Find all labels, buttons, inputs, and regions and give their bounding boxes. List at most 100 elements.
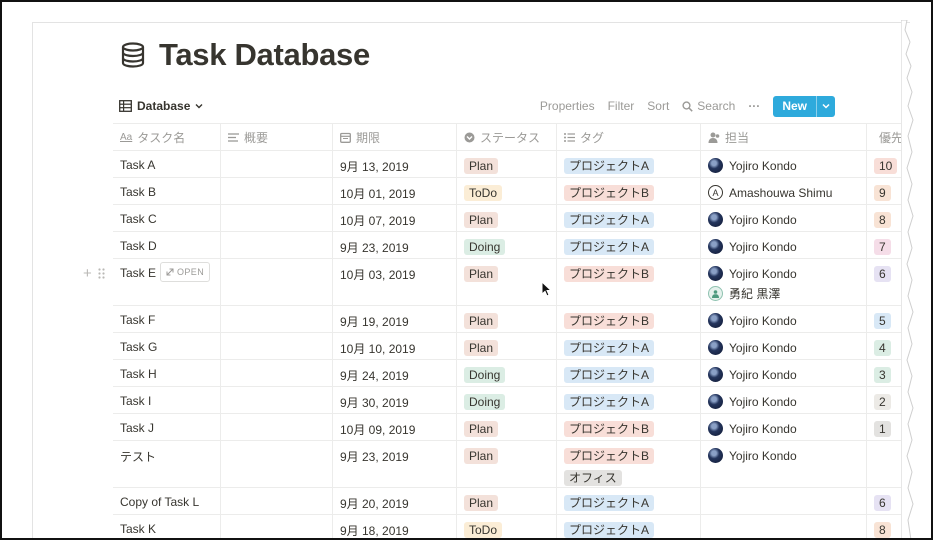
name-cell[interactable]: テスト — [113, 441, 221, 487]
column-header-assignee[interactable]: 担当 — [701, 124, 867, 150]
task-name[interactable]: Task J — [120, 421, 154, 435]
name-cell[interactable]: Task G — [113, 333, 221, 359]
assignee-cell[interactable]: Yojiro Kondo — [701, 205, 867, 231]
summary-cell[interactable] — [221, 488, 333, 514]
status-cell[interactable]: Doing — [457, 387, 557, 413]
task-name[interactable]: Task D — [120, 239, 157, 253]
status-cell[interactable]: ToDo — [457, 515, 557, 538]
due-date-cell[interactable]: 9月 13, 2019 — [333, 151, 457, 177]
assignee-cell[interactable]: Yojiro Kondo — [701, 151, 867, 177]
name-cell[interactable]: Task K — [113, 515, 221, 538]
summary-cell[interactable] — [221, 515, 333, 538]
status-cell[interactable]: Plan — [457, 441, 557, 487]
status-cell[interactable]: Plan — [457, 205, 557, 231]
sort-button[interactable]: Sort — [647, 99, 669, 113]
name-cell[interactable]: Task C — [113, 205, 221, 231]
table-row[interactable]: Task H 9月 24, 2019 Doing プロジェクトA Yojiro Kond… — [113, 360, 907, 387]
table-row[interactable]: Task K 9月 18, 2019 ToDo プロジェクトA 8 — [113, 515, 907, 538]
table-row[interactable]: Task D 9月 23, 2019 Doing プロジェクトA Yojiro Kond… — [113, 232, 907, 259]
table-row[interactable]: Task I 9月 30, 2019 Doing プロジェクトA Yojiro Kond… — [113, 387, 907, 414]
summary-cell[interactable] — [221, 414, 333, 440]
column-header-name[interactable]: Aa タスク名 — [113, 124, 221, 150]
assignee-cell[interactable]: Yojiro Kondo 勇紀 黒澤 — [701, 259, 867, 305]
due-date-cell[interactable]: 9月 18, 2019 — [333, 515, 457, 538]
new-dropdown-button[interactable] — [816, 95, 835, 117]
view-selector[interactable]: Database — [119, 99, 203, 113]
task-name[interactable]: Task A — [120, 158, 155, 172]
column-header-tags[interactable]: タグ — [557, 124, 701, 150]
table-row[interactable]: テスト 9月 23, 2019 Plan プロジェクトB オフィス Yojiro Kond… — [113, 441, 907, 488]
due-date-cell[interactable]: 10月 03, 2019 — [333, 259, 457, 305]
due-date-cell[interactable]: 10月 10, 2019 — [333, 333, 457, 359]
due-date-cell[interactable]: 9月 24, 2019 — [333, 360, 457, 386]
more-options-button[interactable]: ··· — [748, 99, 760, 113]
due-date-cell[interactable]: 9月 19, 2019 — [333, 306, 457, 332]
task-name[interactable]: テスト — [120, 450, 156, 464]
assignee-cell[interactable] — [701, 488, 867, 514]
name-cell[interactable]: Task B — [113, 178, 221, 204]
assignee-cell[interactable]: Yojiro Kondo — [701, 360, 867, 386]
status-cell[interactable]: Plan — [457, 488, 557, 514]
due-date-cell[interactable]: 10月 09, 2019 — [333, 414, 457, 440]
summary-cell[interactable] — [221, 232, 333, 258]
assignee-cell[interactable]: Yojiro Kondo — [701, 441, 867, 487]
task-name[interactable]: Task E — [120, 266, 156, 280]
name-cell[interactable]: Task A — [113, 151, 221, 177]
table-row[interactable]: Copy of Task L 9月 20, 2019 Plan プロジェクトA 6 — [113, 488, 907, 515]
summary-cell[interactable] — [221, 387, 333, 413]
due-date-cell[interactable]: 10月 01, 2019 — [333, 178, 457, 204]
assignee-cell[interactable]: A Amashouwa Shimu — [701, 178, 867, 204]
tags-cell[interactable]: プロジェクトA — [557, 515, 701, 538]
task-name[interactable]: Task G — [120, 340, 157, 354]
name-cell[interactable]: Task E OPEN — [113, 259, 221, 305]
assignee-cell[interactable]: Yojiro Kondo — [701, 232, 867, 258]
table-row[interactable]: Task E OPEN 10月 03, 2019 Plan プロジェクトB Yojiro … — [113, 259, 907, 306]
search-button[interactable]: Search — [682, 99, 735, 113]
name-cell[interactable]: Task H — [113, 360, 221, 386]
due-date-cell[interactable]: 9月 23, 2019 — [333, 232, 457, 258]
tags-cell[interactable]: プロジェクトB オフィス — [557, 441, 701, 487]
table-row[interactable]: Task F 9月 19, 2019 Plan プロジェクトB Yojiro Kondo… — [113, 306, 907, 333]
status-cell[interactable]: Doing — [457, 360, 557, 386]
status-cell[interactable]: Plan — [457, 151, 557, 177]
status-cell[interactable]: Plan — [457, 414, 557, 440]
status-cell[interactable]: Doing — [457, 232, 557, 258]
task-name[interactable]: Task B — [120, 185, 156, 199]
name-cell[interactable]: Copy of Task L — [113, 488, 221, 514]
status-cell[interactable]: ToDo — [457, 178, 557, 204]
tags-cell[interactable]: プロジェクトB — [557, 306, 701, 332]
name-cell[interactable]: Task I — [113, 387, 221, 413]
tags-cell[interactable]: プロジェクトA — [557, 488, 701, 514]
task-name[interactable]: Task I — [120, 394, 151, 408]
due-date-cell[interactable]: 9月 30, 2019 — [333, 387, 457, 413]
new-button[interactable]: New — [773, 95, 835, 117]
tags-cell[interactable]: プロジェクトA — [557, 205, 701, 231]
task-name[interactable]: Task C — [120, 212, 157, 226]
column-header-summary[interactable]: 概要 — [221, 124, 333, 150]
tags-cell[interactable]: プロジェクトA — [557, 387, 701, 413]
summary-cell[interactable] — [221, 259, 333, 305]
summary-cell[interactable] — [221, 151, 333, 177]
tags-cell[interactable]: プロジェクトB — [557, 259, 701, 305]
tags-cell[interactable]: プロジェクトB — [557, 414, 701, 440]
task-name[interactable]: Task F — [120, 313, 155, 327]
task-name[interactable]: Task K — [120, 522, 156, 536]
name-cell[interactable]: Task D — [113, 232, 221, 258]
task-name[interactable]: Copy of Task L — [120, 495, 199, 509]
tags-cell[interactable]: プロジェクトA — [557, 333, 701, 359]
column-header-due[interactable]: 期限 — [333, 124, 457, 150]
add-row-icon[interactable]: + — [83, 265, 92, 282]
summary-cell[interactable] — [221, 205, 333, 231]
tags-cell[interactable]: プロジェクトA — [557, 232, 701, 258]
filter-button[interactable]: Filter — [608, 99, 635, 113]
summary-cell[interactable] — [221, 333, 333, 359]
name-cell[interactable]: Task F — [113, 306, 221, 332]
assignee-cell[interactable]: Yojiro Kondo — [701, 306, 867, 332]
table-row[interactable]: Task G 10月 10, 2019 Plan プロジェクトA Yojiro Kond… — [113, 333, 907, 360]
assignee-cell[interactable]: Yojiro Kondo — [701, 387, 867, 413]
due-date-cell[interactable]: 10月 07, 2019 — [333, 205, 457, 231]
drag-handle-icon[interactable] — [98, 268, 105, 279]
open-row-button[interactable]: OPEN — [160, 262, 211, 282]
summary-cell[interactable] — [221, 306, 333, 332]
assignee-cell[interactable]: Yojiro Kondo — [701, 333, 867, 359]
